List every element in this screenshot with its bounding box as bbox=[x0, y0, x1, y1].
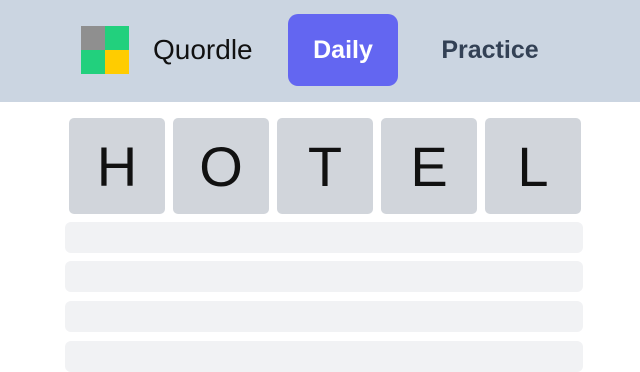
empty-guess-row bbox=[65, 261, 583, 292]
top-bar: Quordle Daily Practice bbox=[0, 0, 640, 102]
empty-guess-row bbox=[65, 301, 583, 332]
guess-row: H O T E L bbox=[69, 118, 581, 214]
logo-square-green bbox=[105, 26, 129, 50]
letter-tile: H bbox=[69, 118, 165, 214]
quordle-logo-icon bbox=[81, 26, 129, 74]
logo-square-green bbox=[81, 50, 105, 74]
letter-tile: O bbox=[173, 118, 269, 214]
letter-tile: E bbox=[381, 118, 477, 214]
tab-practice[interactable]: Practice bbox=[420, 14, 560, 86]
letter-tile: L bbox=[485, 118, 581, 214]
logo-square-gray bbox=[81, 26, 105, 50]
letter-tile: T bbox=[277, 118, 373, 214]
empty-guess-row bbox=[65, 222, 583, 253]
logo-square-yellow bbox=[105, 50, 129, 74]
app-title: Quordle bbox=[153, 34, 253, 65]
tab-daily[interactable]: Daily bbox=[288, 14, 398, 86]
empty-guess-row bbox=[65, 341, 583, 372]
